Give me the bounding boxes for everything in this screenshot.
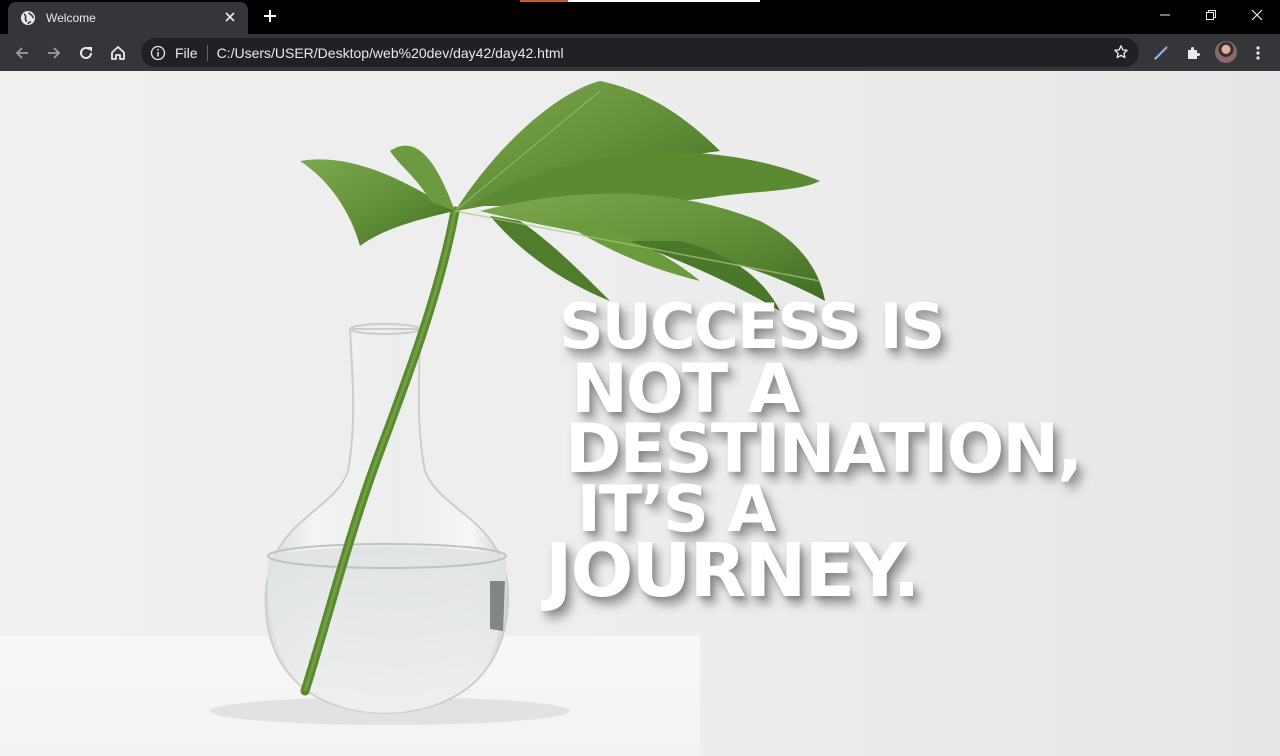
scheme-label: File xyxy=(175,44,198,61)
star-icon[interactable] xyxy=(1113,44,1129,60)
quote-line-5: Journey. xyxy=(545,528,920,614)
address-bar[interactable]: File C:/Users/USER/Desktop/web%20dev/day… xyxy=(141,38,1139,67)
arrow-left-icon[interactable] xyxy=(9,40,35,66)
quote-line-1: Success is xyxy=(559,290,945,363)
kebab-menu-icon[interactable] xyxy=(1245,40,1271,66)
globe-icon xyxy=(21,11,35,25)
tab-strip: Welcome xyxy=(0,0,1280,34)
avatar[interactable] xyxy=(1215,41,1237,63)
tab-welcome[interactable]: Welcome xyxy=(8,2,248,34)
divider xyxy=(206,44,208,61)
reload-icon[interactable] xyxy=(73,40,99,66)
close-window-icon[interactable] xyxy=(1234,0,1280,30)
minimize-icon[interactable] xyxy=(1142,0,1188,30)
restore-icon[interactable] xyxy=(1188,0,1234,30)
home-icon[interactable] xyxy=(105,40,131,66)
browser-toolbar: File C:/Users/USER/Desktop/web%20dev/day… xyxy=(0,34,1280,71)
arrow-right-icon[interactable] xyxy=(41,40,67,66)
media-indicator xyxy=(520,0,760,2)
info-icon[interactable] xyxy=(150,45,166,61)
tab-title: Welcome xyxy=(46,11,96,25)
quote-text: Success is not a destination, it’s a Jou… xyxy=(545,290,1185,614)
plus-icon[interactable] xyxy=(258,6,282,30)
page-content: Success is not a destination, it’s a Jou… xyxy=(0,71,1280,756)
close-icon[interactable] xyxy=(222,10,238,26)
puzzle-icon[interactable] xyxy=(1180,40,1206,66)
url-text[interactable]: C:/Users/USER/Desktop/web%20dev/day42/da… xyxy=(217,45,564,61)
pen-extension-icon[interactable] xyxy=(1148,40,1174,66)
